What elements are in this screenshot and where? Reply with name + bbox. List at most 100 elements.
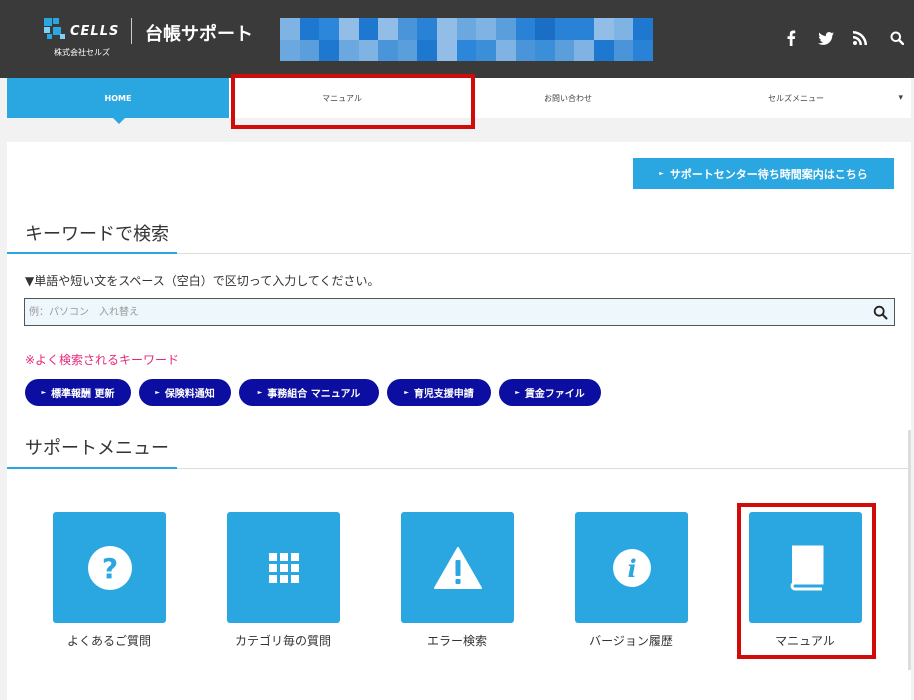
- mosaic-cell: [594, 18, 614, 40]
- mosaic-cell: [319, 18, 339, 40]
- keyword-tag[interactable]: ► 育児支援申請: [387, 379, 491, 406]
- mosaic-cell: [613, 39, 634, 61]
- mosaic-cell: [594, 39, 614, 61]
- mosaic-cell: [495, 18, 516, 40]
- site-title[interactable]: 台帳サポート: [145, 20, 253, 46]
- nav-item-home[interactable]: HOME: [7, 78, 229, 118]
- keyword-tag[interactable]: ► 保険料通知: [139, 379, 231, 406]
- support-menu-title: サポートメニュー: [25, 438, 169, 459]
- mosaic-cell: [574, 18, 595, 40]
- site-header: CELLS 株式会社セルズ 台帳サポート: [0, 0, 914, 78]
- mosaic-cell: [417, 18, 438, 40]
- keyword-tag-label: 標準報酬 更新: [51, 389, 115, 400]
- mosaic-cell: [633, 39, 653, 61]
- mosaic-cell: [378, 18, 398, 40]
- nav-item-label: お問い合わせ: [544, 93, 592, 103]
- mosaic-cell: [456, 39, 477, 61]
- mosaic-cell: [476, 18, 496, 40]
- triangle-right-icon: ►: [515, 389, 520, 396]
- mosaic-cell: [299, 39, 320, 61]
- keyword-tag[interactable]: ► 事務組合 マニュアル: [239, 379, 379, 406]
- triangle-right-icon: ►: [659, 170, 664, 177]
- nav-item-contact[interactable]: お問い合わせ: [455, 78, 681, 118]
- mosaic-cell: [495, 39, 516, 61]
- logo-text: CELLS: [70, 24, 120, 39]
- keyword-tag[interactable]: ► 賃金ファイル: [499, 379, 601, 406]
- triangle-right-icon: ►: [257, 389, 263, 396]
- company-name: 株式会社セルズ: [54, 48, 110, 57]
- keyword-tag[interactable]: ► 標準報酬 更新: [25, 379, 131, 406]
- nav-item-label: HOME: [104, 93, 132, 103]
- search-icon[interactable]: [873, 305, 888, 320]
- header-search-icon[interactable]: [887, 28, 907, 48]
- svg-text:?: ?: [101, 552, 117, 585]
- mosaic-cell: [535, 39, 555, 61]
- mosaic-cell: [417, 39, 438, 61]
- mosaic-cell: [338, 18, 359, 40]
- triangle-right-icon: ►: [404, 389, 409, 396]
- section-accent-bar: [7, 252, 177, 254]
- mosaic-cell: [280, 18, 300, 40]
- mosaic-cell: [437, 18, 457, 40]
- mosaic-cell: [437, 39, 457, 61]
- mosaic-cell: [456, 18, 477, 40]
- keyword-tag-label: 事務組合 マニュアル: [267, 389, 361, 400]
- triangle-right-icon: ►: [155, 389, 160, 396]
- section-accent-bar: [7, 467, 177, 469]
- pixelated-banner: [280, 18, 653, 61]
- mosaic-cell: [535, 18, 555, 40]
- mosaic-cell: [476, 39, 496, 61]
- keyword-tag-label: 育児支援申請: [413, 389, 474, 400]
- mosaic-cell: [397, 18, 418, 40]
- keyword-tag-label: 保険料通知: [164, 389, 215, 400]
- svg-text:i: i: [627, 554, 636, 583]
- support-center-label: サポートセンター待ち時間案内はこちら: [669, 167, 868, 181]
- keyword-search-input[interactable]: [29, 303, 849, 321]
- tile-label-version-history[interactable]: バージョン履歴: [551, 632, 711, 649]
- tile-label-error-search[interactable]: エラー検索: [377, 632, 537, 649]
- tile-label-faq[interactable]: よくあるご質問: [29, 632, 189, 649]
- facebook-icon[interactable]: [781, 28, 801, 48]
- mosaic-cell: [378, 39, 398, 61]
- mosaic-cell: [358, 18, 379, 40]
- mosaic-cell: [613, 18, 634, 40]
- info-icon: i: [612, 548, 651, 587]
- rss-icon[interactable]: [850, 28, 870, 48]
- mosaic-cell: [397, 39, 418, 61]
- keyword-search-box: [24, 298, 895, 326]
- mosaic-cell: [633, 18, 653, 40]
- keyword-tag-label: 賃金ファイル: [524, 389, 585, 400]
- mosaic-cell: [554, 39, 575, 61]
- highlight-box-nav-manual: [231, 74, 475, 129]
- page-edge: [908, 430, 911, 670]
- question-icon: ?: [87, 545, 132, 590]
- mosaic-cell: [338, 39, 359, 61]
- warning-icon: [433, 546, 482, 589]
- popular-keywords-label: ※よく検索されるキーワード: [25, 353, 180, 367]
- twitter-icon[interactable]: [816, 28, 836, 48]
- cells-logo-icon: [44, 18, 65, 39]
- mosaic-cell: [319, 39, 339, 61]
- tile-category[interactable]: [227, 512, 340, 623]
- support-center-button[interactable]: ► サポートセンター待ち時間案内はこちら: [633, 158, 894, 189]
- mosaic-cell: [280, 39, 300, 61]
- tile-label-category[interactable]: カテゴリ毎の質問: [203, 632, 363, 649]
- grid-icon: [268, 552, 299, 583]
- mosaic-cell: [358, 39, 379, 61]
- tile-version-history[interactable]: i: [575, 512, 688, 623]
- mosaic-cell: [299, 18, 320, 40]
- tile-faq[interactable]: ?: [53, 512, 166, 623]
- mosaic-cell: [554, 18, 575, 40]
- logo-divider: [131, 18, 132, 44]
- nav-item-cells-menu[interactable]: セルズメニュー ▾: [681, 78, 911, 118]
- triangle-right-icon: ►: [41, 389, 47, 396]
- mosaic-cell: [515, 18, 536, 40]
- search-instruction: ▼単語や短い文をスペース（空白）で区切って入力してください。: [25, 274, 380, 288]
- highlight-box-manual-tile: [737, 503, 876, 659]
- mosaic-cell: [515, 39, 536, 61]
- active-indicator-arrow: [113, 118, 125, 124]
- mosaic-cell: [574, 39, 595, 61]
- nav-item-label: セルズメニュー: [768, 93, 824, 103]
- keyword-section-title: キーワードで検索: [25, 224, 169, 245]
- tile-error-search[interactable]: [401, 512, 514, 623]
